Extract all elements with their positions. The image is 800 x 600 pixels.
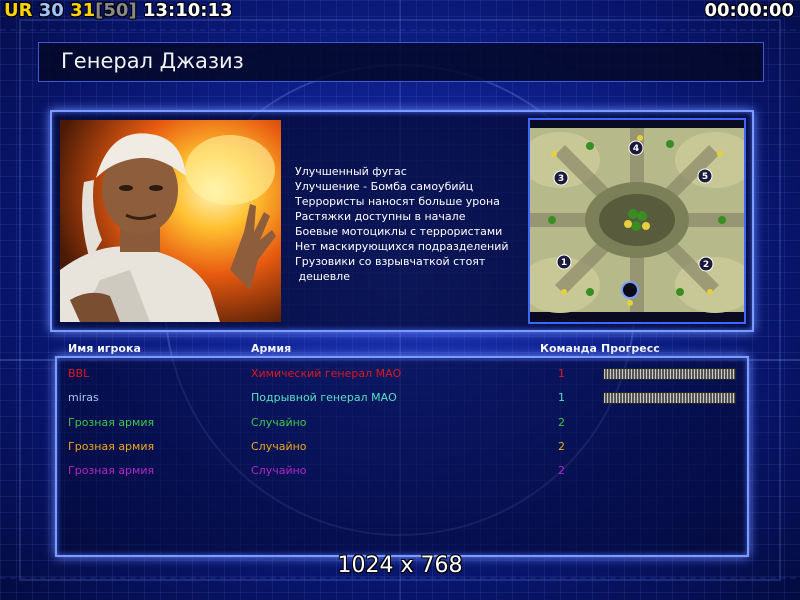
map-preview[interactable]: 1 2 3 4 5 [520,118,755,324]
player-name: miras [68,391,99,404]
hud-stats: UR 30 31[50] 13:10:13 [4,0,233,21]
general-info-panel: Улучшенный фугас Улучшение - Бомба самоу… [50,110,755,332]
perks-list: Улучшенный фугас Улучшение - Бомба самоу… [295,164,509,284]
hud-value-2: 31 [70,0,96,21]
table-row: miras Подрывной генерал МАО 1 [0,391,800,411]
player-army: Случайно [251,416,307,429]
perk-item: Улучшение - Бомба самоубийц [295,180,474,193]
table-row: Грозная армия Случайно 2 [0,464,800,484]
general-title: Генерал Джазиз [61,49,244,73]
player-team: 1 [558,367,565,380]
perk-item: Нет маскирующихся подразделений [295,240,509,253]
header-progress: Прогресс [601,342,660,355]
perk-item: Улучшенный фугас [295,165,407,178]
hud-value-1: 30 [38,0,64,21]
player-army: Химический генерал МАО [251,367,402,380]
player-name: Грозная армия [68,416,155,429]
hud-brand: UR [4,0,33,21]
progress-bar [603,368,736,380]
perk-item: Растяжки доступны в начале [295,210,466,223]
table-row: Грозная армия Случайно 2 [0,416,800,436]
player-name: Грозная армия [68,440,155,453]
header-team: Команда [540,342,597,355]
table-row: Грозная армия Случайно 2 [0,440,800,460]
general-portrait [60,120,281,322]
hud-timer: 00:00:00 [704,0,794,21]
map-start-label: 1 [561,258,567,268]
player-army: Случайно [251,464,307,477]
perk-item: Грузовики со взрывчаткой стоят [295,255,486,268]
player-name: BBL [68,367,90,380]
player-army: Случайно [251,440,307,453]
player-team: 2 [558,464,565,477]
map-start-label: 4 [633,144,639,154]
hud-clock: 13:10:13 [142,0,233,21]
perk-item: Террористы наносят больше урона [295,195,500,208]
progress-bar [603,392,736,404]
map-start-label: 2 [703,260,709,270]
hud-value-3: [50] [95,0,137,21]
player-team: 1 [558,391,565,404]
header-army: Армия [251,342,292,355]
table-row: BBL Химический генерал МАО 1 [0,367,800,387]
player-name: Грозная армия [68,464,155,477]
perk-item: Боевые мотоциклы с террористами [295,225,503,238]
perk-item: дешевле [295,270,350,283]
player-army: Подрывной генерал МАО [251,391,397,404]
resolution-label: 1024 x 768 [337,553,463,578]
player-team: 2 [558,416,565,429]
header-player-name: Имя игрока [68,342,141,355]
title-bar: Генерал Джазиз [38,42,764,82]
map-start-label: 3 [558,174,564,184]
map-start-label: 5 [702,172,708,182]
player-team: 2 [558,440,565,453]
